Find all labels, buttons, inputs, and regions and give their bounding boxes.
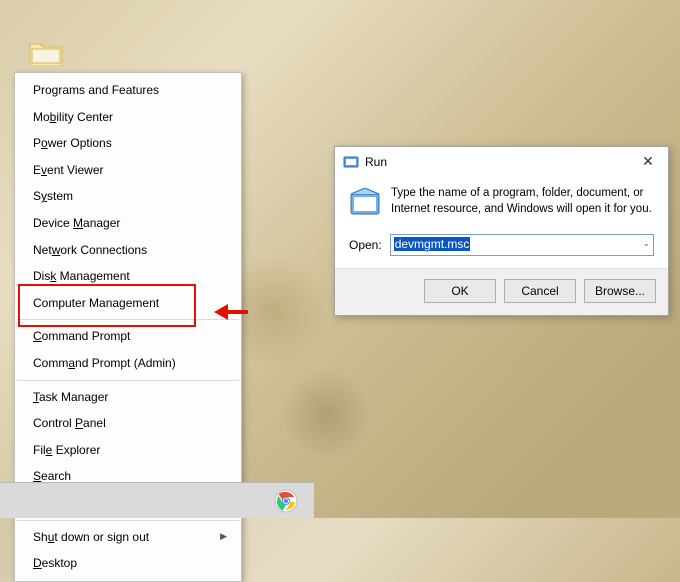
menu-item-task-manager[interactable]: Task Manager [15,384,241,411]
menu-item-label: Device Manager [33,214,120,233]
menu-item-mobility-center[interactable]: Mobility Center [15,104,241,131]
menu-item-event-viewer[interactable]: Event Viewer [15,157,241,184]
menu-item-device-manager[interactable]: Device Manager [15,210,241,237]
run-titlebar: Run ✕ [335,147,668,176]
menu-separator [17,319,239,320]
browse-button[interactable]: Browse... [584,279,656,303]
close-icon[interactable]: ✕ [638,153,658,170]
menu-item-label: Task Manager [33,388,108,407]
menu-item-label: Mobility Center [33,108,113,127]
menu-item-shut-down-or-sign-out[interactable]: Shut down or sign out ▶ [15,524,241,551]
menu-item-label: Programs and Features [33,81,159,100]
menu-item-label: Command Prompt (Admin) [33,354,176,373]
run-app-icon [349,188,381,220]
taskbar [0,482,314,518]
run-open-input[interactable] [390,234,654,256]
menu-item-programs-and-features[interactable]: Programs and Features [15,77,241,104]
menu-item-desktop[interactable]: Desktop [15,550,241,577]
annotation-arrow [214,302,250,322]
ok-button[interactable]: OK [424,279,496,303]
menu-item-network-connections[interactable]: Network Connections [15,237,241,264]
menu-item-label: Event Viewer [33,161,104,180]
menu-item-label: File Explorer [33,441,100,460]
menu-item-label: Computer Management [33,294,159,313]
run-open-label: Open: [349,238,382,252]
menu-item-label: Shut down or sign out [33,528,149,547]
menu-item-label: Network Connections [33,241,147,260]
cancel-button[interactable]: Cancel [504,279,576,303]
chevron-down-icon[interactable]: ⌄ [642,238,650,249]
chevron-right-icon: ▶ [220,530,227,544]
folder-icon[interactable] [28,38,64,66]
run-title-text: Run [365,155,387,169]
run-title-icon [343,154,359,170]
menu-item-label: Desktop [33,554,77,573]
menu-item-label: Control Panel [33,414,106,433]
menu-item-command-prompt[interactable]: Command Prompt [15,323,241,350]
menu-item-system[interactable]: System [15,183,241,210]
menu-item-label: System [33,187,73,206]
menu-item-computer-management[interactable]: Computer Management [15,290,241,317]
menu-item-power-options[interactable]: Power Options [15,130,241,157]
run-dialog: Run ✕ Type the name of a program, folder… [334,146,669,316]
menu-item-disk-management[interactable]: Disk Management [15,263,241,290]
menu-separator [17,520,239,521]
menu-separator [17,380,239,381]
menu-item-control-panel[interactable]: Control Panel [15,410,241,437]
run-button-row: OK Cancel Browse... [335,268,668,315]
menu-item-label: Power Options [33,134,112,153]
menu-item-label: Command Prompt [33,327,130,346]
menu-item-file-explorer[interactable]: File Explorer [15,437,241,464]
menu-item-command-prompt-admin[interactable]: Command Prompt (Admin) [15,350,241,377]
menu-item-label: Disk Management [33,267,130,286]
run-description: Type the name of a program, folder, docu… [391,186,654,220]
chrome-icon[interactable] [272,487,300,515]
